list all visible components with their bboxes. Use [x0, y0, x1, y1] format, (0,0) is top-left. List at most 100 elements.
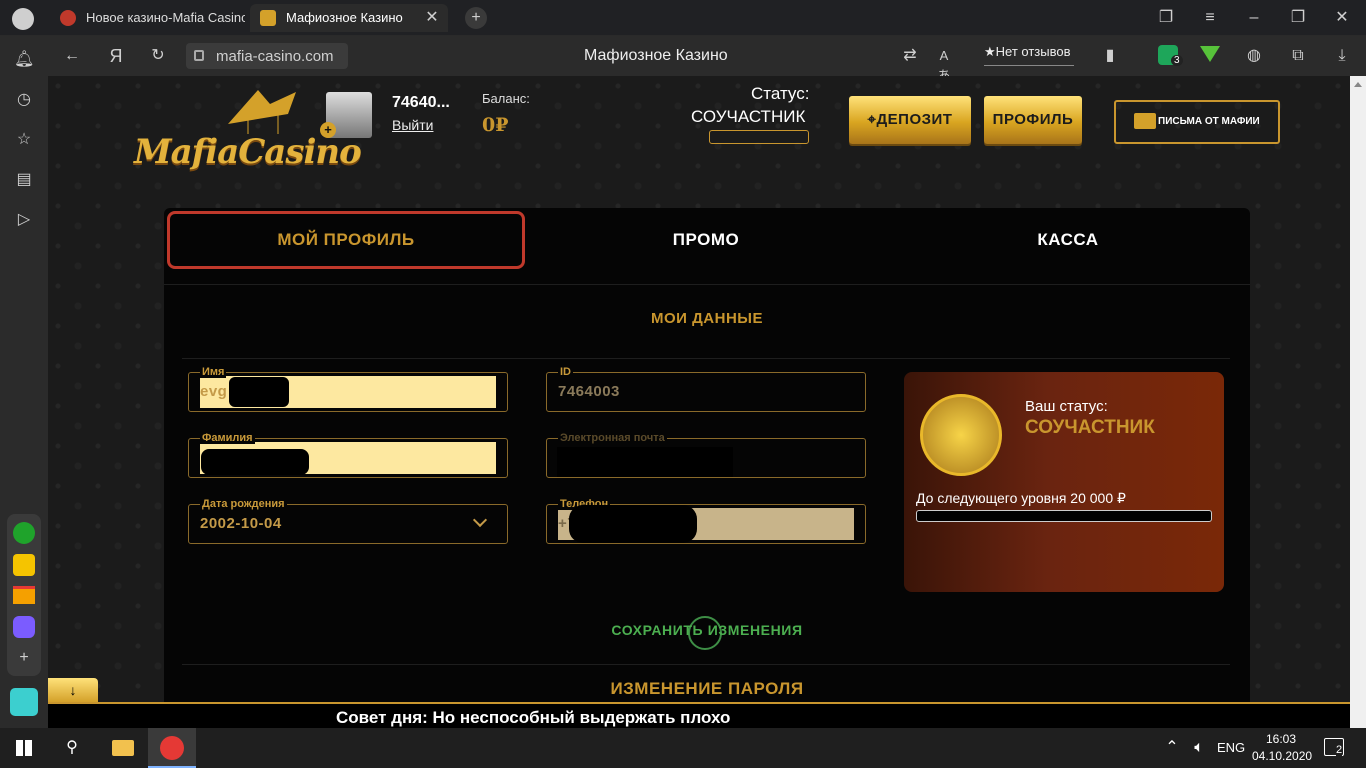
bell-icon[interactable]: 🔔︎ — [14, 50, 34, 70]
add-app-icon[interactable]: + — [14, 648, 34, 668]
menu-icon[interactable]: ≡ — [1200, 8, 1220, 28]
phone-field[interactable]: Телефон +7 — [546, 498, 866, 544]
profile-panel: МОЙ ПРОФИЛЬ ПРОМО КАССА МОИ ДАННЫЕ Имя e… — [164, 208, 1250, 728]
clock-time[interactable]: 16:03 — [1266, 732, 1296, 746]
letters-button[interactable]: ПИСЬМА ОТ МАФИИ — [1114, 100, 1280, 144]
vertical-scrollbar[interactable] — [1350, 76, 1366, 728]
casino-page: MafiaCasino + 74640... Выйти Баланс: 0₽ … — [48, 76, 1350, 728]
scroll-up-icon[interactable] — [1354, 82, 1362, 87]
surname-field[interactable]: Фамилия — [188, 432, 508, 478]
site-header: MafiaCasino + 74640... Выйти Баланс: 0₽ … — [48, 76, 1350, 184]
email-label: Электронная почта — [558, 432, 667, 444]
letters-label: ПИСЬМА ОТ МАФИИ — [1158, 116, 1260, 127]
scroll-down-button[interactable]: ↓ — [48, 678, 98, 702]
yandex-browser-taskbar-icon[interactable] — [148, 728, 196, 768]
profile-label: ПРОФИЛЬ — [992, 111, 1074, 128]
back-icon[interactable]: ← — [62, 46, 82, 66]
tab-mafia-casino[interactable]: Мафиозное Казино ✕ — [250, 4, 448, 32]
redaction — [229, 377, 289, 407]
address-bar[interactable]: mafia-casino.com — [186, 43, 348, 69]
envelope-icon — [1134, 113, 1156, 129]
yandex-icon[interactable]: Я — [106, 46, 126, 66]
name-label: Имя — [200, 366, 227, 378]
minimize-icon[interactable]: – — [1244, 8, 1264, 28]
mafia-favicon-icon — [260, 10, 276, 26]
level-progress-bar — [916, 510, 1212, 522]
notifications-count: 2 — [1336, 744, 1343, 756]
divider — [182, 358, 1230, 359]
birthdate-value: 2002-10-04 — [200, 515, 282, 532]
save-label: СОХРАНИТЬ ИЗМЕНЕНИЯ — [611, 622, 803, 638]
add-avatar-icon[interactable]: + — [320, 122, 336, 138]
clock-date[interactable]: 04.10.2020 — [1252, 749, 1312, 763]
deposit-button[interactable]: ⌖ДЕПОЗИТ — [849, 96, 971, 144]
new-tab-button[interactable]: + — [465, 7, 487, 29]
tab-title: Мафиозное Казино — [286, 10, 403, 25]
volume-muted-icon[interactable]: 🔈︎ — [1190, 738, 1208, 758]
tab-label: МОЙ ПРОФИЛЬ — [277, 230, 415, 249]
extensions-icon[interactable]: ⧉ — [1288, 46, 1308, 66]
tab-my-profile[interactable]: МОЙ ПРОФИЛЬ — [167, 211, 525, 269]
browser-tab-bar: Новое казино-Mafia Casino Мафиозное Кази… — [0, 0, 1366, 36]
translate-icon[interactable]: ⇄ — [900, 46, 920, 66]
tab-promo[interactable]: ПРОМО — [526, 211, 886, 269]
id-value: 7464003 — [558, 383, 620, 400]
scroll-thumb[interactable] — [1353, 94, 1363, 714]
status-card-label: Ваш статус: — [1025, 398, 1108, 415]
history-icon[interactable]: ◷ — [14, 90, 34, 110]
star-icon: ★ — [984, 44, 996, 59]
profile-icon[interactable] — [12, 8, 34, 30]
status-progress-bar — [709, 130, 809, 144]
tab-cashier[interactable]: КАССА — [888, 211, 1248, 269]
language-indicator[interactable]: ENG — [1217, 740, 1245, 755]
mail-icon[interactable] — [13, 586, 35, 604]
logout-link[interactable]: Выйти — [392, 117, 433, 133]
shield-badge: 3 — [1171, 55, 1183, 66]
downloads-icon[interactable]: ⤓ — [1332, 46, 1352, 66]
chevron-up-icon[interactable]: ⌃ — [1164, 738, 1180, 758]
chevron-down-icon — [472, 512, 488, 528]
windows-start-icon[interactable] — [16, 740, 32, 756]
collections-icon[interactable]: ❐ — [1156, 8, 1176, 28]
globe-icon[interactable]: ◍ — [1244, 46, 1264, 66]
password-section-title: ИЗМЕНЕНИЕ ПАРОЛЯ — [610, 679, 804, 698]
birthdate-select[interactable]: Дата рождения 2002-10-04 — [188, 498, 508, 544]
profile-button[interactable]: ПРОФИЛЬ — [984, 96, 1082, 144]
redaction — [201, 449, 309, 475]
app-send-icon[interactable] — [10, 688, 38, 716]
play-icon[interactable]: ▷ — [14, 210, 34, 230]
email-field[interactable]: Электронная почта — [546, 432, 866, 478]
status-label: Статус: — [751, 84, 810, 103]
yandex-logo-icon — [160, 736, 184, 760]
name-field[interactable]: Имя evg — [188, 366, 508, 412]
close-tab-icon[interactable]: ✕ — [424, 8, 440, 28]
restore-icon[interactable]: ❐ — [1288, 8, 1308, 28]
tab-new-casino[interactable]: Новое казино-Mafia Casino — [50, 4, 245, 32]
bookmark-icon[interactable]: ▮ — [1100, 46, 1120, 66]
tabs-icon[interactable]: ▤ — [14, 170, 34, 190]
app-cart-icon[interactable] — [13, 554, 35, 576]
id-label: ID — [558, 366, 573, 378]
next-level-text: До следующего уровня 20 000 ₽ — [916, 490, 1126, 506]
section-title: МОИ ДАННЫЕ — [651, 310, 763, 327]
save-button[interactable]: СОХРАНИТЬ ИЗМЕНЕНИЯ — [604, 616, 810, 650]
user-id: 74640... — [392, 94, 450, 111]
status-card: Ваш статус: СОУЧАСТНИК До следующего уро… — [904, 372, 1224, 592]
app-green-icon[interactable] — [13, 522, 35, 544]
deposit-label: ДЕПОЗИТ — [876, 111, 953, 128]
browser-nav-bar: ← Я ↻ mafia-casino.com Мафиозное Казино … — [48, 36, 1366, 83]
reload-icon[interactable]: ↻ — [148, 46, 168, 66]
name-value: evg — [200, 383, 228, 400]
site-logo[interactable]: MafiaCasino — [134, 132, 362, 172]
star-icon[interactable]: ☆ — [14, 130, 34, 150]
download-arrow-icon[interactable] — [1200, 46, 1220, 62]
search-icon[interactable]: ⚲ — [62, 738, 82, 758]
rank-medal-icon — [920, 394, 1002, 476]
file-explorer-icon[interactable] — [112, 740, 134, 756]
reviews-button[interactable]: ★Нет отзывов — [984, 44, 1074, 66]
birthdate-label: Дата рождения — [200, 498, 287, 510]
status-value: СОУЧАСТНИК — [691, 107, 806, 126]
app-purple-icon[interactable] — [13, 616, 35, 638]
close-window-icon[interactable]: ✕ — [1332, 8, 1352, 28]
status-card-value: СОУЧАСТНИК — [1025, 417, 1155, 438]
